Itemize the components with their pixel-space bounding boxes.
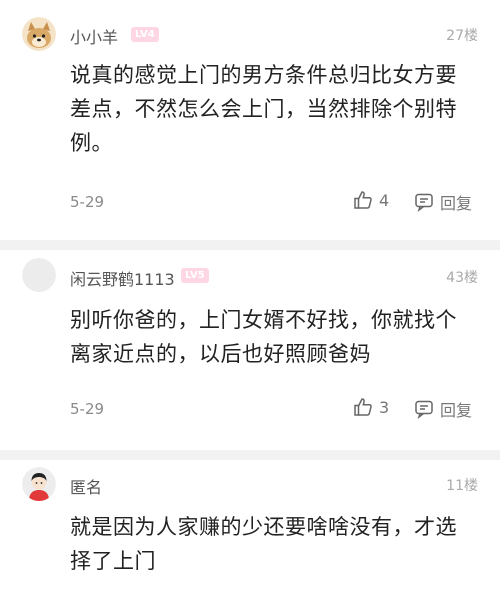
thumbs-up-icon <box>354 398 372 416</box>
reply-label: 回复 <box>440 194 473 213</box>
username[interactable]: 闲云野鹤1113 <box>70 266 175 290</box>
comment-icon <box>415 400 433 419</box>
level-badge: LV5 <box>181 268 209 283</box>
comment-card: 闲云野鹤1113 LV5 43楼 别听你爸的，上门女婿不好找，你就找个离家近点的… <box>0 250 500 450</box>
like-count: 3 <box>379 397 390 417</box>
comment-date: 5-29 <box>70 193 105 211</box>
like-count: 4 <box>379 190 390 210</box>
doge-avatar-icon[interactable] <box>22 17 56 51</box>
comment-date: 5-29 <box>70 400 105 418</box>
floor-number: 11楼 <box>446 478 478 494</box>
comment-content: 说真的感觉上门的男方条件总归比女方要差点，不然怎么会上门，当然排除个别特例。 <box>70 63 457 155</box>
comment-content: 就是因为人家赚的少还要啥啥没有，才选择了上门 <box>70 515 457 573</box>
username[interactable]: 小小羊 <box>70 24 118 48</box>
comment-content: 别听你爸的，上门女婿不好找，你就找个离家近点的，以后也好照顾爸妈 <box>70 308 457 366</box>
username[interactable]: 匿名 <box>70 474 102 498</box>
floor-number: 43楼 <box>446 270 478 286</box>
divider <box>0 240 500 250</box>
like-button[interactable]: 3 <box>353 397 389 417</box>
reply-label: 回复 <box>440 401 473 420</box>
comment-card: 匿名 11楼 就是因为人家赚的少还要啥啥没有，才选择了上门 <box>0 460 500 593</box>
comment-card: 小小羊 LV4 27楼 说真的感觉上门的男方条件总归比女方要差点，不然怎么会上门… <box>0 0 500 240</box>
floor-number: 27楼 <box>446 28 478 44</box>
reply-button[interactable]: 回复 <box>414 397 472 421</box>
comment-icon <box>415 193 433 212</box>
reply-button[interactable]: 回复 <box>414 190 472 214</box>
like-button[interactable]: 4 <box>353 190 389 210</box>
divider <box>0 450 500 460</box>
thumbs-up-icon <box>354 191 372 209</box>
anonymous-avatar-icon[interactable] <box>22 467 56 501</box>
level-badge: LV4 <box>131 27 159 42</box>
default-avatar-icon[interactable] <box>22 258 56 292</box>
